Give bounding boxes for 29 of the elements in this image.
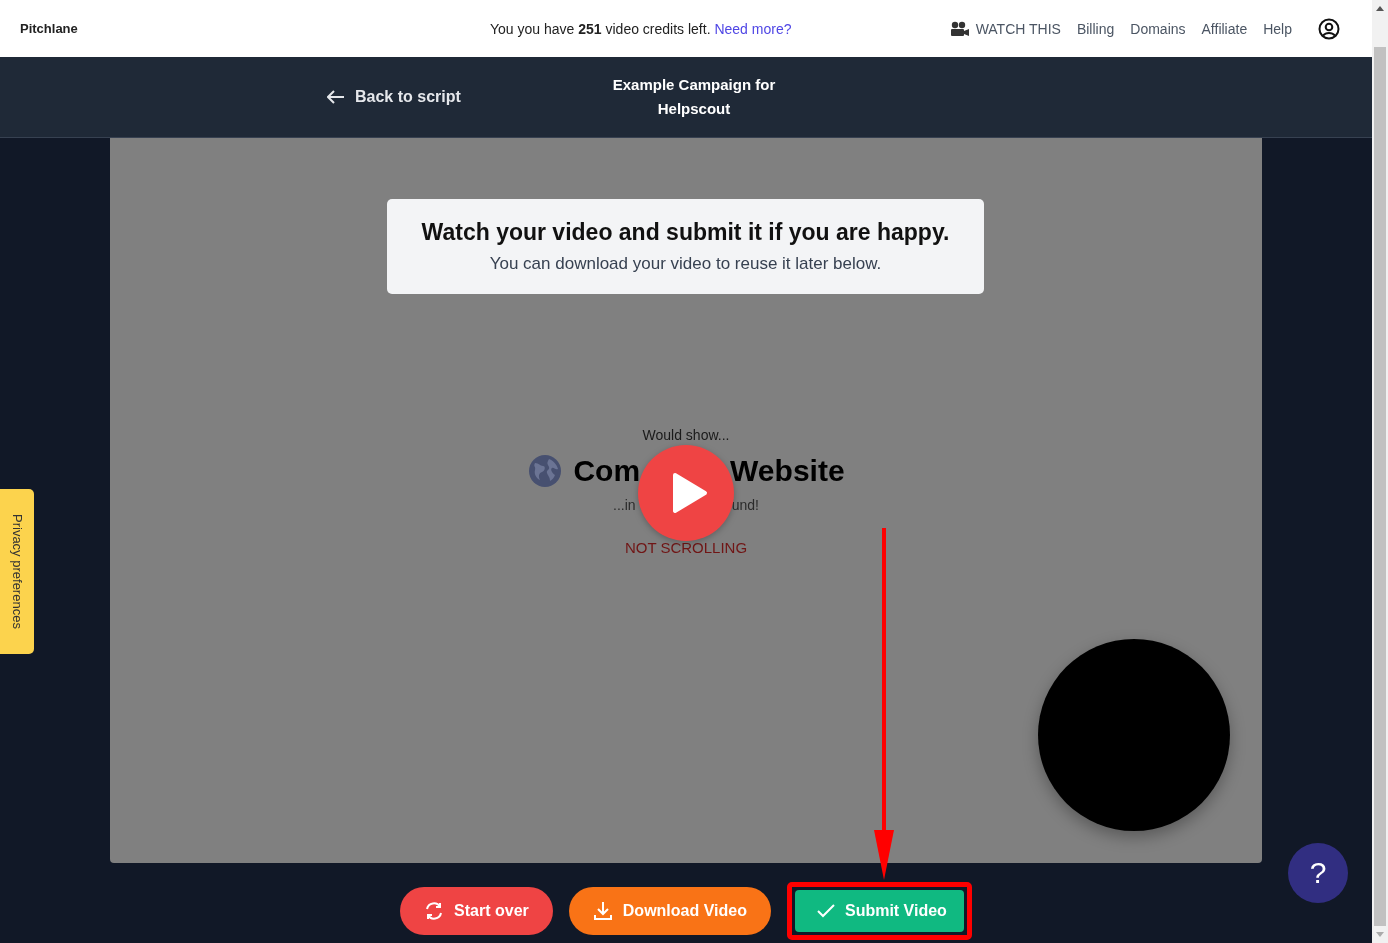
- back-link[interactable]: Back to script: [327, 88, 567, 106]
- download-icon: [592, 901, 613, 921]
- nav-link[interactable]: Affiliate: [1201, 20, 1248, 37]
- notice-title: Watch your video and submit it if you are happy.: [421, 219, 950, 246]
- user-icon[interactable]: [1318, 17, 1340, 40]
- campaign-title: Example Campaign for Helpscout: [611, 75, 777, 119]
- preview-intro: Would show...: [642, 427, 730, 443]
- notice-text: You can download your video to reuse it later below.: [489, 254, 882, 274]
- nav-link[interactable]: Domains: [1130, 20, 1186, 37]
- credits-text: You you have 251 video credits left. Need more?: [490, 20, 793, 37]
- globe-icon: [527, 453, 564, 489]
- privacy-tab[interactable]: Privacy preferences: [0, 489, 34, 654]
- nav-link[interactable]: Billing: [1076, 20, 1115, 37]
- status-text: NOT SCROLLING: [624, 539, 748, 556]
- preview-subtext: ...in: [613, 497, 636, 513]
- start-over-button[interactable]: Start over: [400, 887, 553, 935]
- check-icon: [816, 904, 835, 918]
- brand-name: Pitchlane: [20, 21, 79, 36]
- need-more-link[interactable]: Need more?: [714, 20, 792, 37]
- nav-link[interactable]: Help: [1263, 20, 1292, 37]
- preview-heading: Com: [573, 454, 641, 488]
- scrollbar[interactable]: [1372, 0, 1388, 943]
- help-button[interactable]: ?: [1288, 843, 1348, 903]
- preview-subtext: und!: [731, 497, 759, 513]
- arrow-left-icon: [327, 90, 345, 104]
- refresh-icon: [424, 901, 445, 921]
- preview-heading: Website: [730, 454, 845, 488]
- camera-icon: [949, 20, 970, 37]
- watch-this-link[interactable]: WATCH THIS: [949, 20, 1061, 37]
